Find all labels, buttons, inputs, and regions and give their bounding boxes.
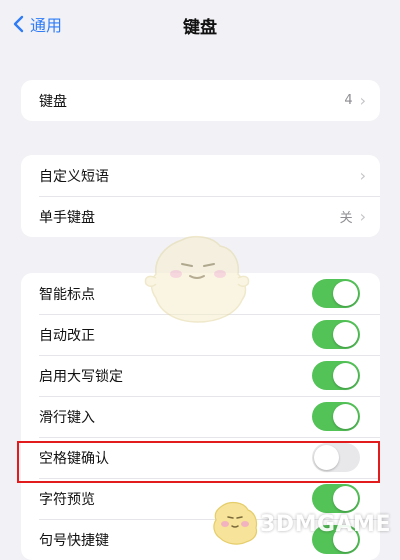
chevron-right-icon: › [359, 206, 366, 226]
slide-to-type-label: 滑行键入 [39, 409, 95, 426]
mascot-watermark-icon [144, 235, 250, 323]
space-confirm-toggle[interactable] [312, 443, 360, 472]
keyboards-label: 键盘 [39, 93, 67, 110]
smart-punctuation-toggle[interactable] [312, 279, 360, 308]
keyboards-row[interactable]: 键盘 4 › [21, 80, 380, 121]
text-settings-group: 自定义短语 › 单手键盘 关 › [21, 155, 380, 237]
period-shortcut-label: 句号快捷键 [39, 532, 109, 549]
chevron-right-icon: › [359, 165, 366, 185]
one-handed-keyboard-label: 单手键盘 [39, 209, 95, 226]
space-confirm-label: 空格键确认 [39, 450, 109, 467]
page-title: 键盘 [183, 18, 217, 38]
caps-lock-row: 启用大写锁定 [21, 355, 380, 396]
character-preview-label: 字符预览 [39, 491, 95, 508]
auto-correction-toggle[interactable] [312, 320, 360, 349]
one-handed-keyboard-row[interactable]: 单手键盘 关 › [21, 196, 380, 237]
watermark-text: 3DMGAME [260, 512, 391, 537]
space-confirm-row: 空格键确认 [21, 437, 380, 478]
caps-lock-label: 启用大写锁定 [39, 368, 123, 385]
slide-to-type-row: 滑行键入 [21, 396, 380, 437]
nav-bar: 通用 键盘 [0, 0, 400, 46]
smart-punctuation-label: 智能标点 [39, 286, 95, 303]
site-watermark: 3DMGAME [208, 494, 398, 550]
one-handed-keyboard-value: 关 [339, 211, 353, 226]
caps-lock-toggle[interactable] [312, 361, 360, 390]
text-replacement-label: 自定义短语 [39, 168, 109, 185]
text-replacement-row[interactable]: 自定义短语 › [21, 155, 380, 196]
auto-correction-label: 自动改正 [39, 327, 95, 344]
mascot-logo-icon [213, 501, 258, 545]
keyboards-group: 键盘 4 › [21, 80, 380, 121]
slide-to-type-toggle[interactable] [312, 402, 360, 431]
chevron-right-icon: › [359, 90, 366, 110]
keyboards-count: 4 [344, 93, 353, 108]
